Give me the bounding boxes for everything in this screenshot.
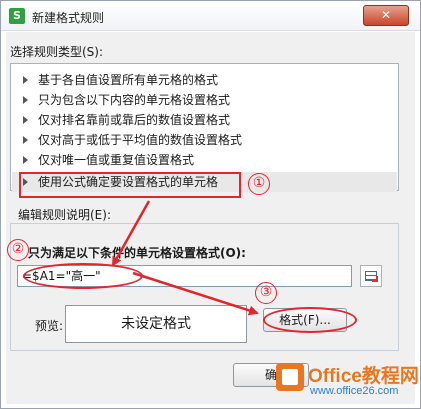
office-logo-icon: [276, 363, 304, 391]
arrow-rule-to-formula: [111, 200, 151, 267]
arrow-formula-to-format: [132, 271, 259, 316]
annotation-arrows: [111, 200, 259, 316]
new-format-rule-dialog: S 新建格式规则 ✕ 选择规则类型(S): 基于各自值设置所有单元格的格式 只为…: [0, 0, 421, 409]
watermark: Office教程网 www.office26.com: [276, 357, 420, 405]
watermark-title: Office教程网: [308, 366, 419, 387]
watermark-url: www.office26.com: [310, 385, 399, 397]
